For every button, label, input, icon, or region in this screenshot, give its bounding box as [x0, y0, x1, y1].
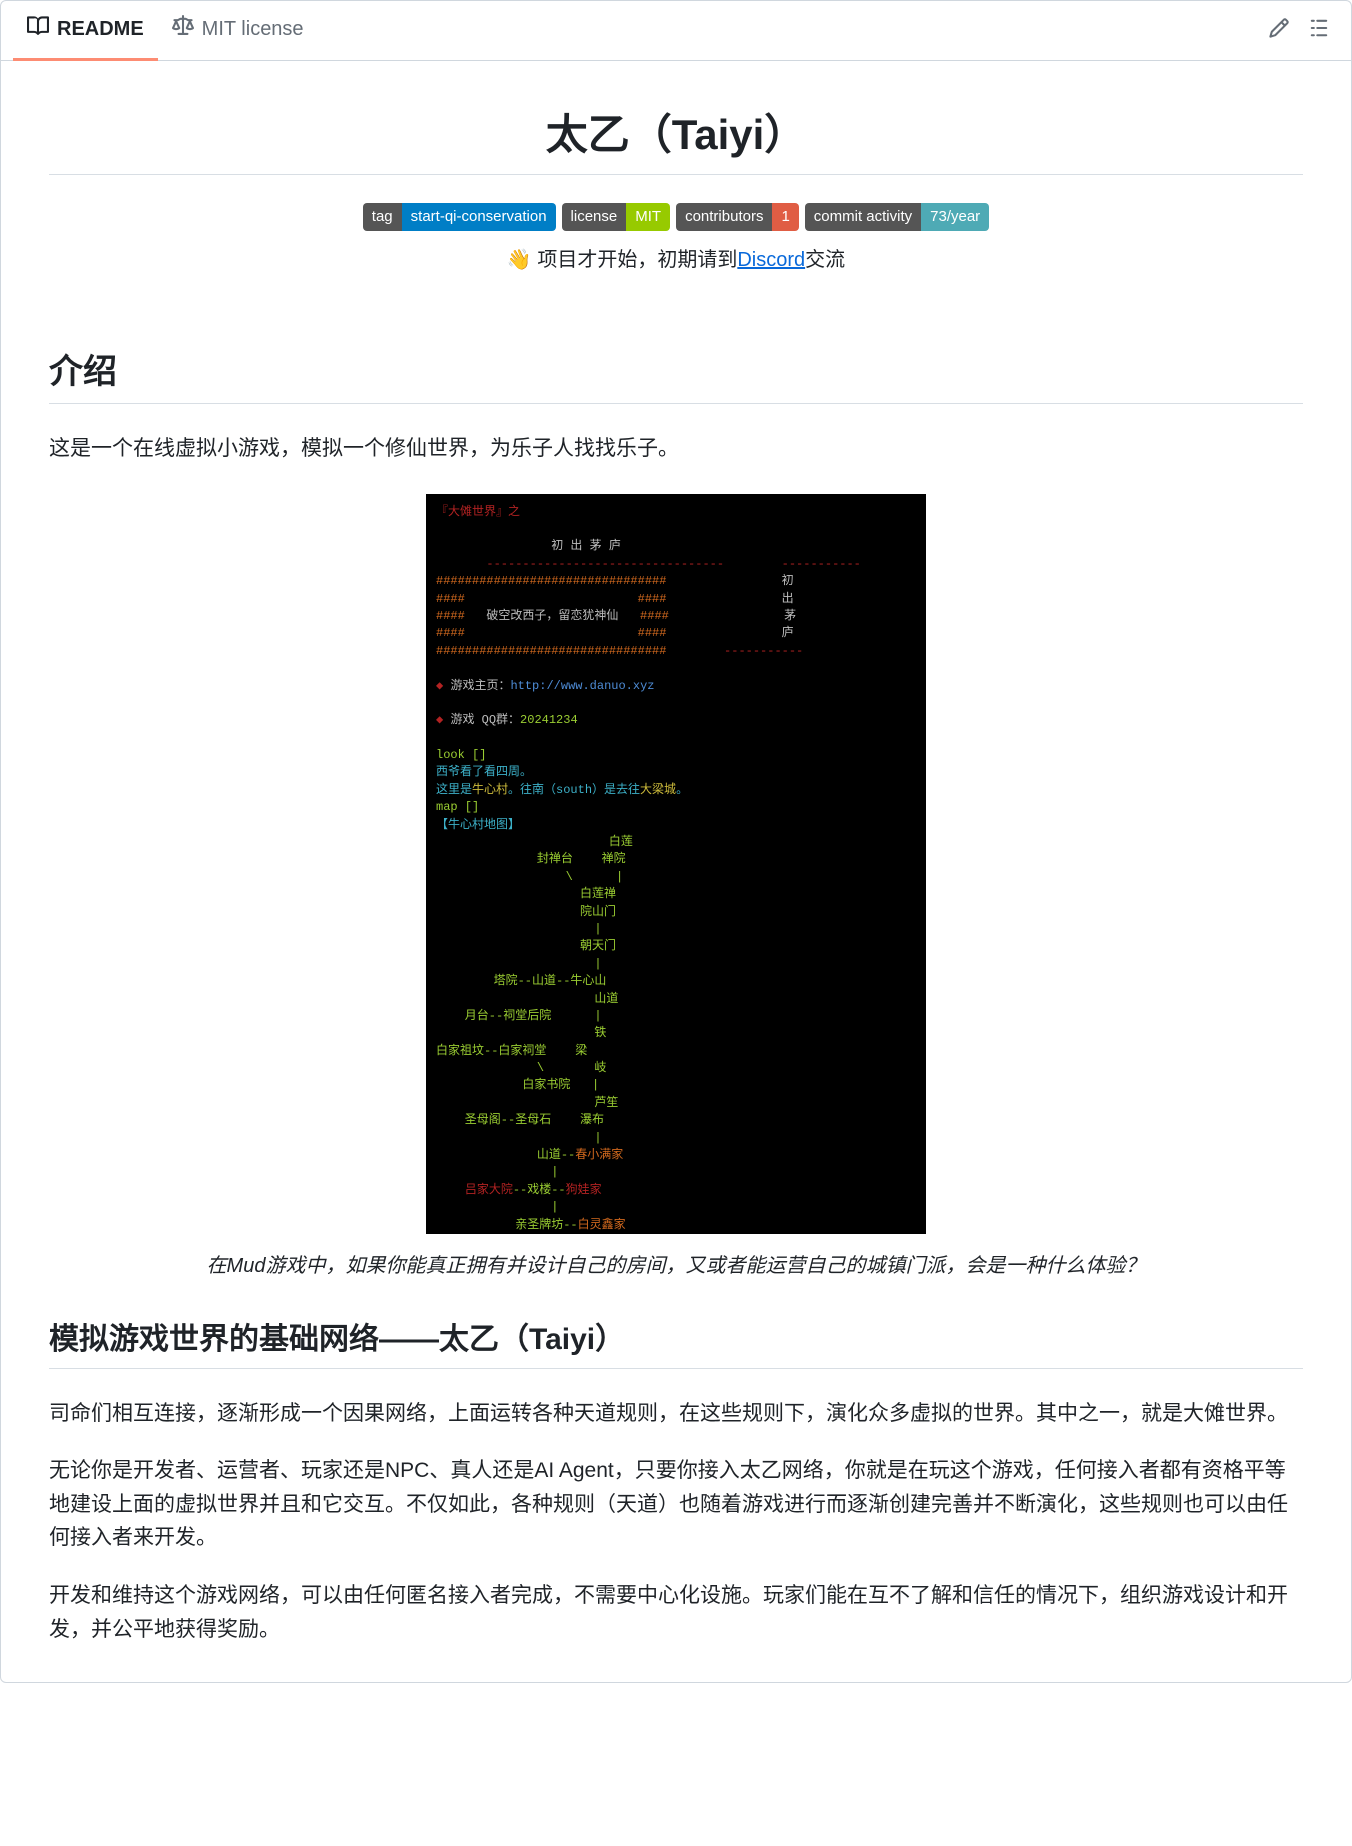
list-icon: [1308, 17, 1330, 44]
badge-left: commit activity: [805, 203, 921, 231]
readme-box: README MIT license 太乙（Taiyi） tagstart-qi…: [0, 0, 1352, 1683]
badge[interactable]: contributors1: [676, 203, 799, 231]
notice-before: 项目才开始，初期请到: [532, 249, 738, 271]
section2-p1: 司命们相互连接，逐渐形成一个因果网络，上面运转各种天道规则，在这些规则下，演化众…: [49, 1397, 1303, 1431]
edit-button[interactable]: [1259, 11, 1299, 51]
tab-license-label: MIT license: [202, 18, 304, 41]
section2-p3: 开发和维持这个游戏网络，可以由任何匿名接入者完成，不需要中心化设施。玩家们能在互…: [49, 1579, 1303, 1646]
section2-heading: 模拟游戏世界的基础网络——太乙（Taiyi）: [49, 1314, 1303, 1369]
badge-right: MIT: [626, 203, 670, 231]
outline-button[interactable]: [1299, 11, 1339, 51]
intro-heading: 介绍: [49, 344, 1303, 404]
badge-right: start-qi-conservation: [402, 203, 556, 231]
pencil-icon: [1268, 17, 1290, 44]
tab-license[interactable]: MIT license: [158, 1, 318, 61]
badge[interactable]: commit activity73/year: [805, 203, 989, 231]
mud-screenshot: 『大傩世界』之 初 出 茅 庐 ------------------------…: [426, 494, 926, 1234]
tab-readme-label: README: [57, 18, 144, 41]
badge-left: tag: [363, 203, 402, 231]
discord-link[interactable]: Discord: [737, 249, 805, 271]
wave-emoji: 👋: [507, 249, 532, 271]
badges-row: tagstart-qi-conservationlicenseMITcontri…: [49, 203, 1303, 231]
mud-figure: 『大傩世界』之 初 出 茅 庐 ------------------------…: [49, 494, 1303, 1278]
page-title: 太乙（Taiyi）: [49, 101, 1303, 175]
law-icon: [172, 15, 194, 43]
badge-left: contributors: [676, 203, 772, 231]
badge-right: 73/year: [921, 203, 989, 231]
section2-p2: 无论你是开发者、运营者、玩家还是NPC、真人还是AI Agent，只要你接入太乙…: [49, 1454, 1303, 1555]
notice-line: 👋 项目才开始，初期请到Discord交流: [49, 243, 1303, 272]
tab-readme[interactable]: README: [13, 1, 158, 61]
notice-after: 交流: [805, 249, 845, 271]
badge[interactable]: licenseMIT: [562, 203, 671, 231]
book-icon: [27, 15, 49, 43]
badge-right: 1: [772, 203, 798, 231]
mud-caption: 在Mud游戏中，如果你能真正拥有并设计自己的房间，又或者能运营自己的城镇门派，会…: [49, 1249, 1303, 1278]
readme-content: 太乙（Taiyi） tagstart-qi-conservationlicens…: [1, 61, 1351, 1682]
badge[interactable]: tagstart-qi-conservation: [363, 203, 556, 231]
intro-p1: 这是一个在线虚拟小游戏，模拟一个修仙世界，为乐子人找找乐子。: [49, 432, 1303, 466]
badge-left: license: [562, 203, 627, 231]
tab-bar: README MIT license: [1, 1, 1351, 61]
